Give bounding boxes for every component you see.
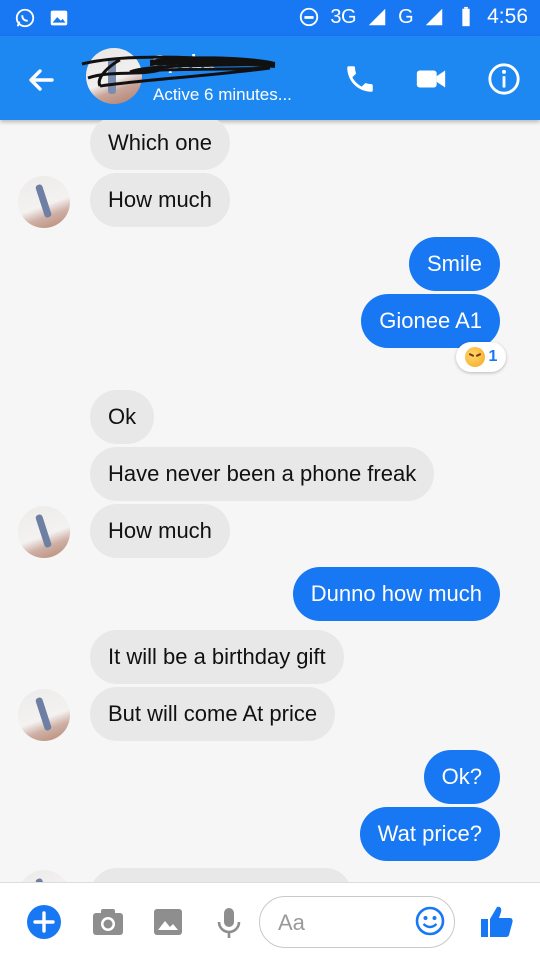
- network-type-2: G: [398, 5, 414, 28]
- microphone-icon[interactable]: [210, 903, 248, 941]
- message-bubble[interactable]: Have never been a phone freak: [90, 447, 435, 501]
- message-list[interactable]: Which one How much Smile Gionee A1 1 Ok …: [0, 120, 540, 882]
- plus-icon[interactable]: [25, 903, 63, 941]
- reaction-count: 1: [488, 348, 498, 365]
- notification-icons: [14, 7, 70, 29]
- message-bubble[interactable]: Dunno how much: [292, 567, 500, 621]
- message-bubble[interactable]: Ok?: [423, 750, 500, 804]
- message-bubble[interactable]: Ok: [90, 390, 155, 444]
- message-bubble[interactable]: Wat price?: [359, 807, 500, 861]
- message-reaction[interactable]: 1: [456, 342, 506, 372]
- info-icon[interactable]: [487, 62, 521, 96]
- whatsapp-icon: [15, 8, 35, 28]
- phone-call-icon[interactable]: [343, 62, 377, 96]
- contact-avatar-small[interactable]: [18, 506, 70, 558]
- conversation-header: Opeba Active 6 minutes...: [0, 36, 540, 120]
- contact-avatar-small[interactable]: [18, 870, 70, 882]
- battery-icon: [462, 6, 470, 27]
- message-bubble[interactable]: It will be a birthday gift: [90, 630, 344, 684]
- message-bubble[interactable]: Which one: [90, 120, 230, 170]
- image-notification-icon: [50, 10, 68, 26]
- back-arrow-icon[interactable]: [22, 60, 62, 100]
- gallery-icon[interactable]: [149, 903, 187, 941]
- active-status: Active 6 minutes...: [153, 85, 292, 104]
- message-bubble[interactable]: How much: [90, 504, 230, 558]
- signal-icon-2: [425, 8, 443, 26]
- contact-avatar-small[interactable]: [18, 176, 70, 228]
- message-bubble[interactable]: Smile: [408, 237, 500, 291]
- message-bubble[interactable]: Gionee A1: [361, 294, 500, 348]
- signal-icon: [368, 8, 386, 26]
- message-bubble[interactable]: How much: [90, 173, 230, 227]
- message-bubble-partial[interactable]: [90, 868, 352, 882]
- system-status: 3G G 4:56: [298, 5, 528, 29]
- emoji-icon[interactable]: [414, 905, 446, 937]
- status-bar: 3G G 4:56: [0, 0, 540, 36]
- video-call-icon[interactable]: [414, 62, 448, 96]
- message-input-placeholder: Aa: [278, 910, 305, 935]
- clock: 4:56: [487, 5, 528, 28]
- network-type: 3G: [330, 5, 357, 28]
- contact-avatar-small[interactable]: [18, 689, 70, 741]
- angry-face-icon: [464, 347, 485, 367]
- message-bubble[interactable]: But will come At price: [90, 687, 336, 741]
- do-not-disturb-icon: [300, 7, 319, 27]
- thumbs-up-icon[interactable]: [478, 903, 516, 941]
- camera-icon[interactable]: [89, 903, 127, 941]
- composer-bar: Aa: [0, 882, 540, 960]
